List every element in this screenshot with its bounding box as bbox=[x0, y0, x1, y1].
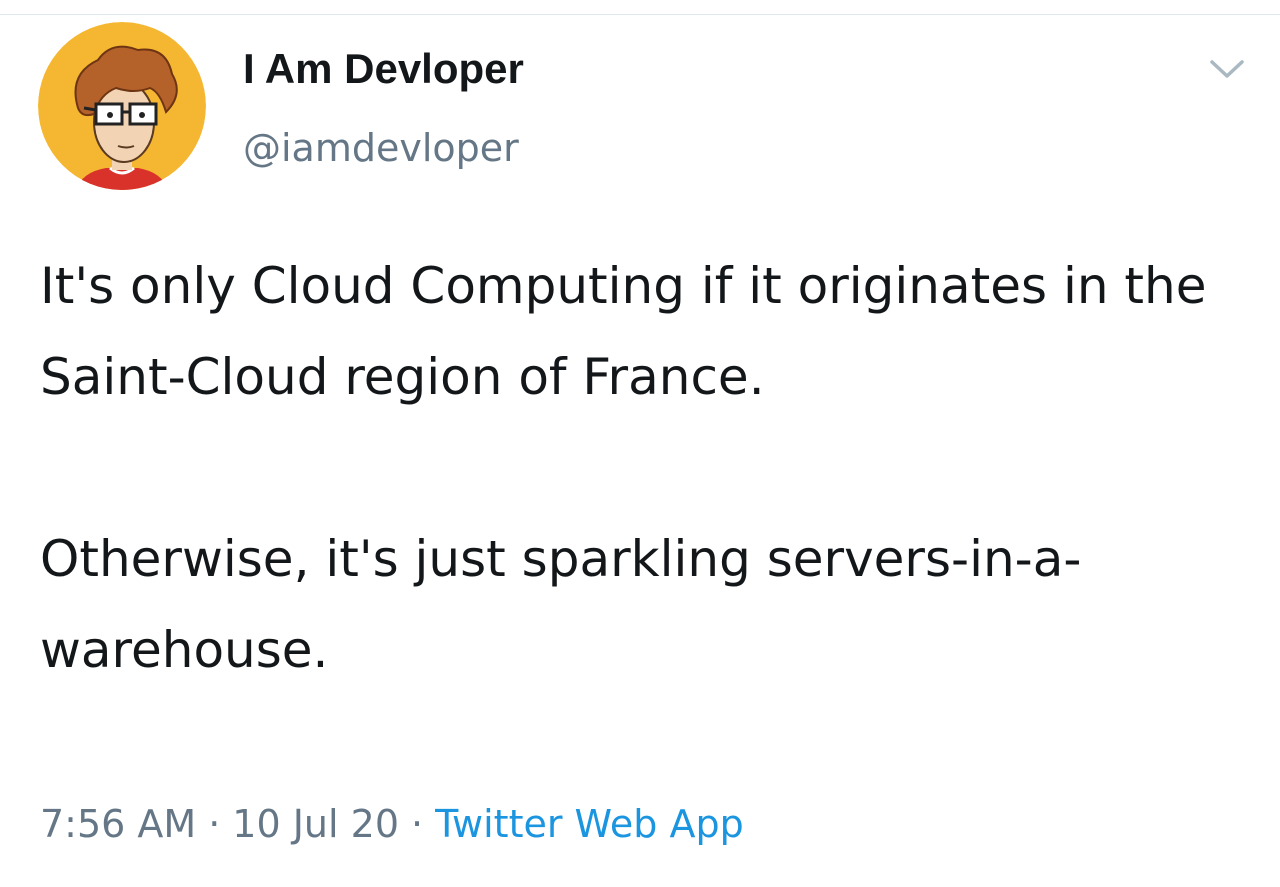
separator-dot: · bbox=[411, 802, 424, 846]
chevron-down-icon[interactable] bbox=[1204, 56, 1250, 82]
tweet-text: It's only Cloud Computing if it originat… bbox=[40, 241, 1260, 696]
separator-dot: · bbox=[208, 802, 221, 846]
tweet-metadata: 7:56 AM · 10 Jul 20 · Twitter Web App bbox=[40, 798, 744, 850]
avatar[interactable] bbox=[38, 22, 206, 190]
tweet-source-link[interactable]: Twitter Web App bbox=[435, 802, 744, 846]
display-name[interactable]: I Am Devloper bbox=[243, 44, 524, 94]
developer-avatar-icon bbox=[38, 22, 206, 190]
tweet-paragraph-1: It's only Cloud Computing if it originat… bbox=[40, 257, 1207, 406]
user-handle[interactable]: @iamdevloper bbox=[243, 124, 519, 172]
top-divider bbox=[0, 14, 1280, 15]
tweet-date[interactable]: 10 Jul 20 bbox=[232, 802, 399, 846]
tweet-time[interactable]: 7:56 AM bbox=[40, 802, 196, 846]
tweet-paragraph-2: Otherwise, it's just sparkling servers-i… bbox=[40, 530, 1082, 679]
